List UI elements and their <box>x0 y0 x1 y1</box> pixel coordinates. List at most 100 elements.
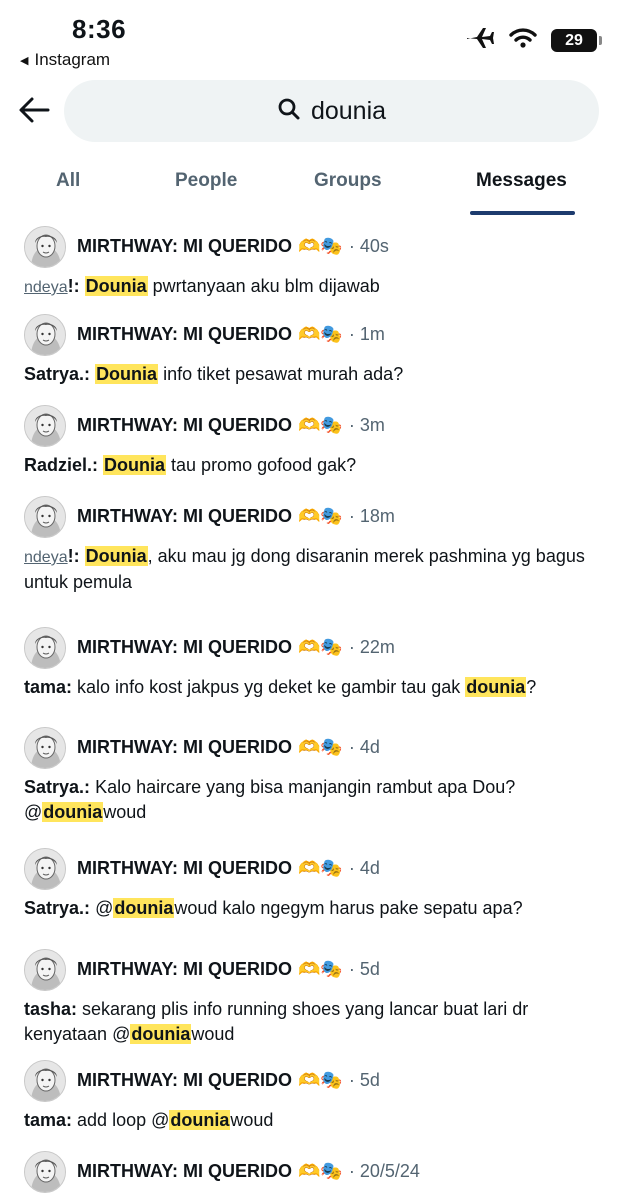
active-tab-indicator <box>470 211 575 215</box>
group-name: MIRTHWAY: MI QUERIDO <box>77 858 292 878</box>
message-text-after: ? <box>526 677 537 697</box>
message-text-after: woud kalo ngegym harus pake sepatu apa? <box>174 898 523 918</box>
result-title: MIRTHWAY: MI QUERIDO 🫶🎭 · 3m <box>77 415 385 436</box>
message-timestamp: · 4d <box>348 737 380 757</box>
battery-icon: 29 <box>551 29 602 52</box>
back-app-label: Instagram <box>34 50 111 69</box>
group-avatar <box>24 496 66 538</box>
group-emoji: 🫶🎭 <box>298 858 343 878</box>
message-snippet: Satrya.: Kalo haircare yang bisa manjang… <box>24 775 594 825</box>
result-title: MIRTHWAY: MI QUERIDO 🫶🎭 · 5d <box>77 959 380 980</box>
message-text-after: pwrtanyaan aku blm dijawab <box>147 276 380 296</box>
message-text-after: woud <box>230 1110 274 1130</box>
message-text-after: info tiket pesawat murah ada? <box>158 364 404 384</box>
message-snippet: Satrya.: @douniawoud kalo ngegym harus p… <box>24 896 594 921</box>
message-timestamp: · 5d <box>348 959 380 979</box>
message-timestamp: · 4d <box>348 858 380 878</box>
message-sender: Satrya.: <box>24 898 91 918</box>
search-match-highlight: dounia <box>130 1024 192 1044</box>
tab-people[interactable]: People <box>175 170 237 192</box>
group-emoji: 🫶🎭 <box>298 959 343 979</box>
message-snippet: ndeya!: Dounia, aku mau jg dong disarani… <box>24 544 594 595</box>
group-avatar <box>24 1151 66 1193</box>
message-snippet: ndeya!: Dounia pwrtanyaan aku blm dijawa… <box>24 274 594 300</box>
result-title: MIRTHWAY: MI QUERIDO 🫶🎭 · 22m <box>77 637 395 658</box>
message-text-after: woud <box>191 1024 235 1044</box>
message-sender: tama: <box>24 677 73 697</box>
group-name: MIRTHWAY: MI QUERIDO <box>77 415 292 435</box>
search-query: dounia <box>310 96 387 125</box>
search-input[interactable]: dounia <box>64 80 599 142</box>
message-text-before: @ <box>95 898 114 918</box>
message-snippet: tama: add loop @douniawoud <box>24 1108 594 1133</box>
search-match-highlight: dounia <box>113 898 175 918</box>
search-match-highlight: dounia <box>465 677 527 697</box>
message-timestamp: · 3m <box>348 415 385 435</box>
sender-separator: !: <box>67 276 85 296</box>
message-sender: tama: <box>24 1110 73 1130</box>
message-text-before: kalo info kost jakpus yg deket ke gambir… <box>77 677 466 697</box>
message-sender: tasha: <box>24 999 78 1019</box>
message-text-after: tau promo gofood gak? <box>166 455 357 475</box>
result-title: MIRTHWAY: MI QUERIDO 🫶🎭 · 20/5/24 <box>77 1161 420 1182</box>
message-text-before: sekarang plis info running shoes yang la… <box>24 999 529 1044</box>
group-name: MIRTHWAY: MI QUERIDO <box>77 959 292 979</box>
result-title: MIRTHWAY: MI QUERIDO 🫶🎭 · 40s <box>77 236 389 257</box>
search-icon <box>277 97 301 126</box>
group-emoji: 🫶🎭 <box>298 236 343 256</box>
back-to-app-link[interactable]: ◀ Instagram <box>20 50 110 70</box>
search-match-highlight: Dounia <box>95 364 159 384</box>
group-avatar <box>24 1060 66 1102</box>
group-emoji: 🫶🎭 <box>298 1070 343 1090</box>
search-header: dounia <box>0 78 625 144</box>
group-emoji: 🫶🎭 <box>298 506 343 526</box>
status-icons: 29 <box>465 26 602 55</box>
search-match-highlight: dounia <box>42 802 104 822</box>
tab-groups[interactable]: Groups <box>314 170 382 192</box>
message-sender[interactable]: ndeya <box>24 549 68 566</box>
group-name: MIRTHWAY: MI QUERIDO <box>77 1070 292 1090</box>
message-sender[interactable]: ndeya <box>24 279 68 296</box>
result-title: MIRTHWAY: MI QUERIDO 🫶🎭 · 5d <box>77 1070 380 1091</box>
group-name: MIRTHWAY: MI QUERIDO <box>77 324 292 344</box>
message-snippet: tasha: sekarang plis info running shoes … <box>24 997 594 1047</box>
group-avatar <box>24 405 66 447</box>
status-bar: 8:36 ◀ Instagram 29 <box>0 0 625 74</box>
wifi-icon <box>509 27 537 54</box>
message-timestamp: · 22m <box>348 637 395 657</box>
search-tabs: All People Groups Messages <box>0 156 625 218</box>
message-timestamp: · 40s <box>348 236 389 256</box>
search-match-highlight: dounia <box>169 1110 231 1130</box>
message-snippet: Satrya.: Dounia info tiket pesawat murah… <box>24 362 594 387</box>
message-sender: Satrya.: <box>24 777 91 797</box>
group-emoji: 🫶🎭 <box>298 324 343 344</box>
message-timestamp: · 18m <box>348 506 395 526</box>
message-text-before: add loop @ <box>77 1110 170 1130</box>
group-emoji: 🫶🎭 <box>298 1161 343 1181</box>
group-emoji: 🫶🎭 <box>298 415 343 435</box>
search-match-highlight: Dounia <box>103 455 167 475</box>
group-name: MIRTHWAY: MI QUERIDO <box>77 1161 292 1181</box>
message-snippet: tama: kalo info kost jakpus yg deket ke … <box>24 675 594 700</box>
tab-all[interactable]: All <box>56 170 80 192</box>
group-avatar <box>24 627 66 669</box>
group-avatar <box>24 314 66 356</box>
message-sender: Radziel.: <box>24 455 99 475</box>
group-avatar <box>24 848 66 890</box>
tab-messages[interactable]: Messages <box>476 170 567 192</box>
message-timestamp: · 1m <box>348 324 385 344</box>
group-name: MIRTHWAY: MI QUERIDO <box>77 236 292 256</box>
status-time: 8:36 <box>72 14 127 44</box>
group-emoji: 🫶🎭 <box>298 737 343 757</box>
message-text-after: woud <box>103 802 147 822</box>
group-name: MIRTHWAY: MI QUERIDO <box>77 637 292 657</box>
group-avatar <box>24 727 66 769</box>
message-timestamp: · 5d <box>348 1070 380 1090</box>
result-title: MIRTHWAY: MI QUERIDO 🫶🎭 · 4d <box>77 737 380 758</box>
search-match-highlight: Dounia <box>84 276 148 296</box>
message-sender: Satrya.: <box>24 364 91 384</box>
back-arrow-icon[interactable] <box>14 90 54 130</box>
result-title: MIRTHWAY: MI QUERIDO 🫶🎭 · 4d <box>77 858 380 879</box>
group-emoji: 🫶🎭 <box>298 637 343 657</box>
back-triangle-icon: ◀ <box>20 54 29 67</box>
